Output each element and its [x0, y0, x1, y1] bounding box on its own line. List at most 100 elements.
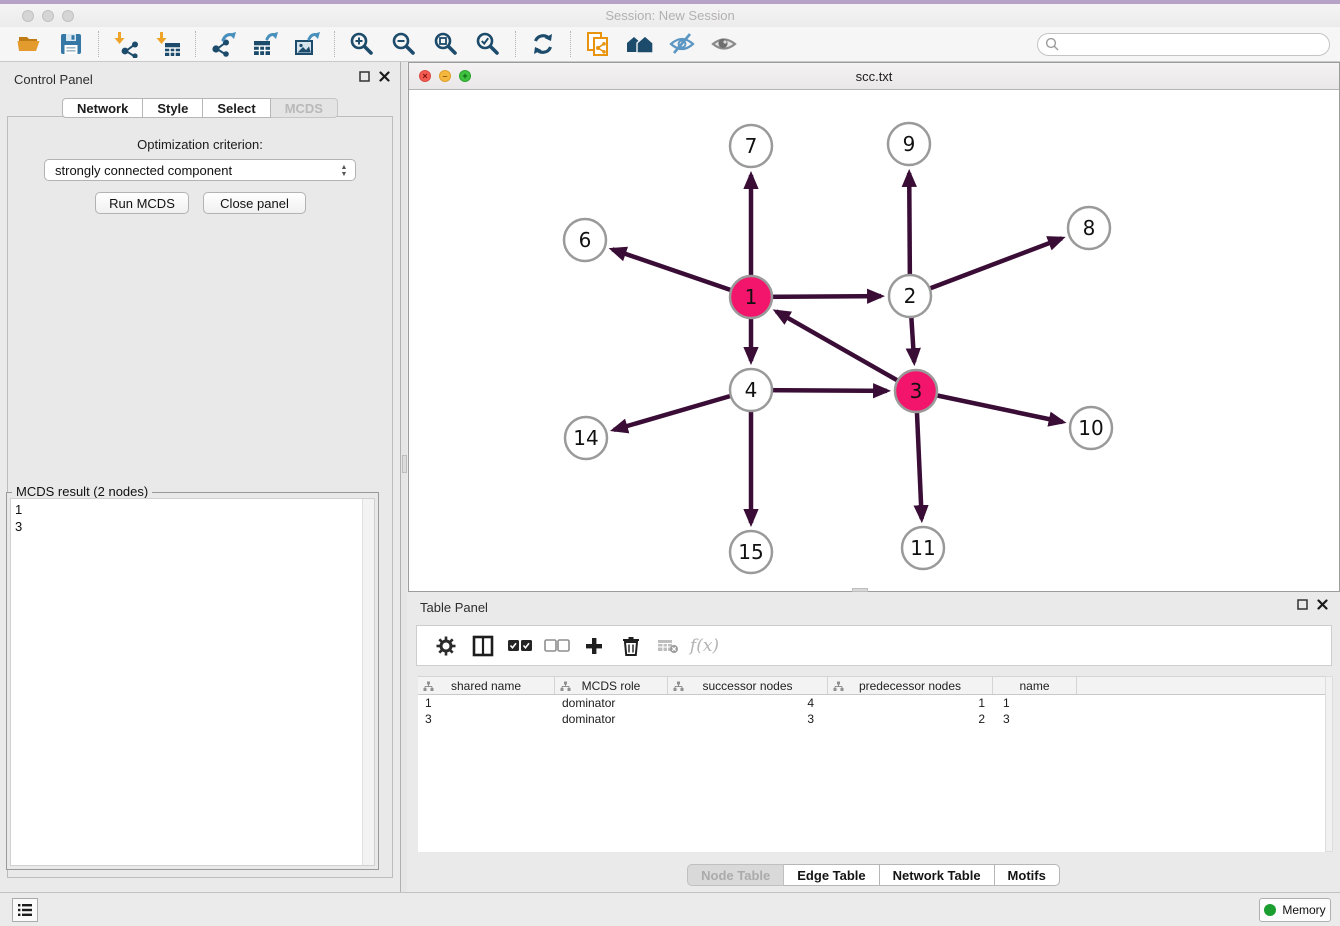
tab-node-table[interactable]: Node Table: [687, 864, 784, 886]
hierarchy-icon: [673, 681, 684, 692]
table-tabs: Node Table Edge Table Network Table Moti…: [407, 864, 1340, 886]
graph-edge-3-1[interactable]: [776, 311, 916, 391]
tab-mcds[interactable]: MCDS: [271, 98, 338, 118]
graph-node-6[interactable]: 6: [564, 219, 606, 261]
svg-text:2: 2: [904, 284, 917, 308]
float-panel-icon[interactable]: [359, 71, 370, 82]
graph-node-8[interactable]: 8: [1068, 207, 1110, 249]
float-table-panel-icon[interactable]: [1297, 599, 1308, 610]
tab-edge-table[interactable]: Edge Table: [784, 864, 879, 886]
zoom-in-button[interactable]: [345, 29, 379, 59]
graph-edge-2-8[interactable]: [910, 238, 1062, 296]
hide-details-button[interactable]: [665, 29, 699, 59]
search-input[interactable]: [1037, 33, 1330, 56]
zoom-selected-button[interactable]: [471, 29, 505, 59]
result-scrollbar[interactable]: [362, 499, 374, 865]
table-row[interactable]: 1dominator411: [418, 695, 1331, 711]
network-window-titlebar[interactable]: × – + scc.txt: [409, 63, 1339, 90]
tab-network-table[interactable]: Network Table: [880, 864, 995, 886]
table-cell[interactable]: 1: [993, 695, 1077, 711]
show-details-button[interactable]: [707, 29, 741, 59]
table-cell[interactable]: 1: [418, 695, 555, 711]
graph-node-7[interactable]: 7: [730, 125, 772, 167]
zoom-fit-button[interactable]: [429, 29, 463, 59]
refresh-button[interactable]: [526, 29, 560, 59]
tab-style[interactable]: Style: [143, 98, 203, 118]
open-session-button[interactable]: [12, 29, 46, 59]
column-header-shared-name[interactable]: shared name: [418, 677, 555, 694]
delete-column-button[interactable]: [612, 630, 649, 662]
toolbar-separator: [98, 31, 99, 57]
hierarchy-icon: [833, 681, 844, 692]
graph-node-10[interactable]: 10: [1070, 407, 1112, 449]
import-table-button[interactable]: [151, 29, 185, 59]
svg-text:6: 6: [579, 228, 592, 252]
close-panel-icon[interactable]: [379, 71, 390, 82]
panel-split-divider[interactable]: [400, 62, 407, 892]
export-image-button[interactable]: [290, 29, 324, 59]
table-cell[interactable]: 2: [828, 711, 993, 727]
deselect-all-rows-button[interactable]: [538, 630, 575, 662]
column-header-name[interactable]: name: [993, 677, 1077, 694]
column-header-successor-nodes[interactable]: successor nodes: [668, 677, 828, 694]
task-history-button[interactable]: [12, 898, 38, 922]
table-cell[interactable]: 3: [668, 711, 828, 727]
select-all-rows-button[interactable]: [501, 630, 538, 662]
graph-node-1[interactable]: 1: [730, 276, 772, 318]
memory-label: Memory: [1282, 903, 1325, 917]
clone-network-button[interactable]: [581, 29, 615, 59]
graph-node-2[interactable]: 2: [889, 275, 931, 317]
memory-button[interactable]: Memory: [1259, 898, 1331, 922]
graph-node-11[interactable]: 11: [902, 527, 944, 569]
save-session-button[interactable]: [54, 29, 88, 59]
table-toolbar: f(x): [416, 625, 1332, 666]
refresh-icon: [530, 31, 556, 57]
graph-node-3[interactable]: 3: [895, 370, 937, 412]
network-canvas[interactable]: 7 9 6 8 1 2 4 3 14 10 15 11: [409, 90, 1339, 591]
home-layout-button[interactable]: [623, 29, 657, 59]
close-table-panel-icon[interactable]: [1317, 599, 1328, 610]
app-title: Session: New Session: [0, 8, 1340, 23]
criterion-select[interactable]: strongly connected component ▲▼: [44, 159, 356, 181]
delete-table-button[interactable]: [649, 630, 686, 662]
table-settings-button[interactable]: [427, 630, 464, 662]
run-mcds-button[interactable]: Run MCDS: [95, 192, 189, 214]
column-header-MCDS-role[interactable]: MCDS role: [555, 677, 668, 694]
function-builder-button[interactable]: f(x): [686, 630, 723, 662]
tab-network[interactable]: Network: [62, 98, 143, 118]
network-window-title: scc.txt: [409, 69, 1339, 84]
table-row[interactable]: 3dominator323: [418, 711, 1331, 727]
table-cell[interactable]: dominator: [555, 711, 668, 727]
node-table-header: shared nameMCDS rolesuccessor nodesprede…: [418, 676, 1331, 695]
graph-node-14[interactable]: 14: [565, 417, 607, 459]
table-cell[interactable]: 3: [418, 711, 555, 727]
mcds-result-list[interactable]: 13: [10, 498, 375, 866]
network-graph[interactable]: 7 9 6 8 1 2 4 3 14 10 15 11: [409, 90, 1339, 591]
table-cell[interactable]: 4: [668, 695, 828, 711]
export-network-button[interactable]: [206, 29, 240, 59]
toolbar-separator: [515, 31, 516, 57]
table-cell[interactable]: 1: [828, 695, 993, 711]
graph-node-15[interactable]: 15: [730, 531, 772, 573]
mcds-result-title: MCDS result (2 nodes): [12, 484, 152, 499]
import-network-button[interactable]: [109, 29, 143, 59]
tab-select[interactable]: Select: [203, 98, 270, 118]
table-scrollbar[interactable]: [1325, 676, 1333, 852]
graph-node-4[interactable]: 4: [730, 369, 772, 411]
close-panel-button[interactable]: Close panel: [203, 192, 306, 214]
column-header-predecessor-nodes[interactable]: predecessor nodes: [828, 677, 993, 694]
divider-grip[interactable]: [402, 455, 407, 473]
graph-edge-3-10[interactable]: [916, 391, 1063, 422]
create-column-button[interactable]: [575, 630, 612, 662]
graph-node-9[interactable]: 9: [888, 123, 930, 165]
unchecked-boxes-icon: [544, 639, 570, 652]
zoom-in-icon: [349, 31, 375, 57]
export-table-button[interactable]: [248, 29, 282, 59]
checked-boxes-icon: [507, 639, 533, 652]
show-column-button[interactable]: [464, 630, 501, 662]
mcds-result-line: 3: [11, 518, 374, 535]
table-cell[interactable]: dominator: [555, 695, 668, 711]
tab-motifs[interactable]: Motifs: [995, 864, 1060, 886]
zoom-out-button[interactable]: [387, 29, 421, 59]
table-cell[interactable]: 3: [993, 711, 1077, 727]
